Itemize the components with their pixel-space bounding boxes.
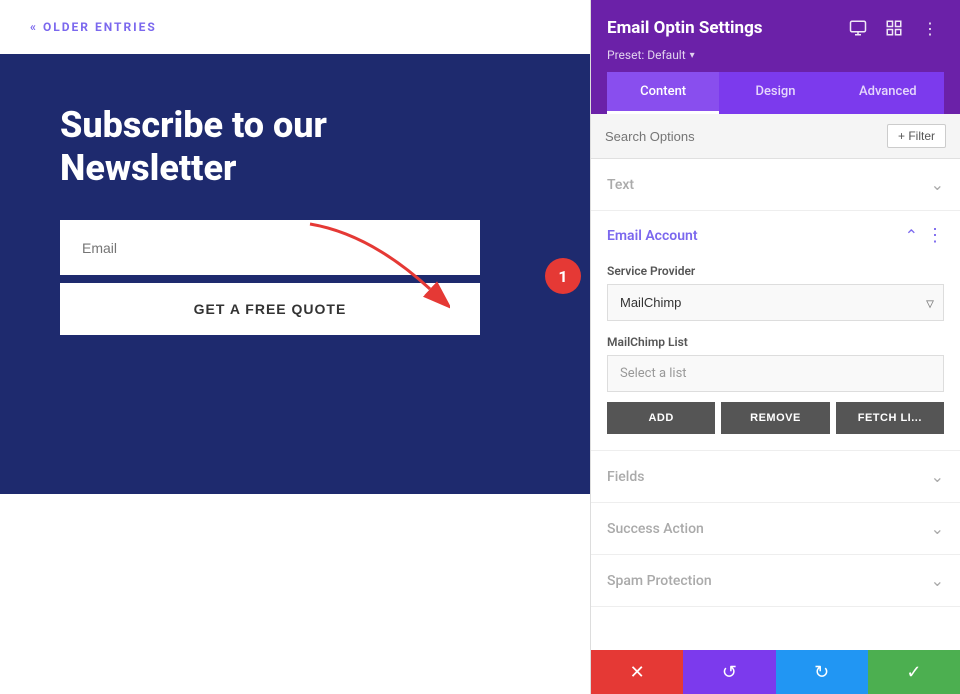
tab-design[interactable]: Design [719, 72, 831, 114]
preset-label[interactable]: Preset: Default ▾ [607, 48, 944, 62]
panel-footer: ✕ ↺ ↻ ✓ [591, 650, 960, 694]
section-fields-chevron: ⌄ [931, 467, 944, 486]
section-success-label: Success Action [607, 521, 704, 537]
list-select-wrapper: Select a list [607, 355, 944, 392]
section-spam-chevron: ⌄ [931, 571, 944, 590]
email-account-title: Email Account [607, 228, 698, 244]
newsletter-title-line1: Subscribe to our [60, 104, 327, 146]
section-text[interactable]: Text ⌄ [591, 159, 960, 211]
tab-advanced[interactable]: Advanced [832, 72, 944, 114]
save-button[interactable]: ✓ [868, 650, 960, 694]
action-buttons: ADD REMOVE FETCH LI... [607, 402, 944, 434]
cancel-button[interactable]: ✕ [591, 650, 683, 694]
submit-button[interactable]: Get a free quote [60, 283, 480, 335]
mailchimp-list-label: MailChimp List [607, 335, 944, 349]
service-provider-label: Service Provider [607, 264, 944, 278]
panel-search: + Filter [591, 114, 960, 159]
section-fields[interactable]: Fields ⌄ [591, 451, 960, 503]
panel-title: Email Optin Settings [607, 18, 763, 38]
older-entries-text[interactable]: « Older Entries [30, 20, 157, 34]
add-button[interactable]: ADD [607, 402, 715, 434]
newsletter-section: Subscribe to our Newsletter Get a free q… [0, 54, 590, 494]
email-account-icons: ⌃ ⋮ [905, 225, 944, 246]
section-success-action[interactable]: Success Action ⌄ [591, 503, 960, 555]
list-select-display[interactable]: Select a list [607, 355, 944, 392]
preset-text: Preset: Default [607, 48, 686, 62]
badge-number: 1 [558, 267, 567, 286]
redo-icon: ↻ [814, 662, 829, 683]
panel-body: Text ⌄ Email Account ⌃ ⋮ Service Provide… [591, 159, 960, 650]
email-form: Get a free quote [60, 220, 480, 335]
section-spam-protection[interactable]: Spam Protection ⌄ [591, 555, 960, 607]
save-icon: ✓ [906, 662, 921, 683]
section-success-chevron: ⌄ [931, 519, 944, 538]
tab-design-label: Design [755, 84, 795, 99]
section-text-chevron: ⌄ [931, 175, 944, 194]
panel-header-icons: ⋮ [844, 14, 944, 42]
search-input[interactable] [605, 129, 887, 144]
list-select-placeholder: Select a list [620, 366, 687, 381]
responsive-icon[interactable] [844, 14, 872, 42]
cancel-icon: ✕ [630, 662, 645, 683]
email-account-header[interactable]: Email Account ⌃ ⋮ [591, 211, 960, 260]
email-account-more[interactable]: ⋮ [926, 225, 944, 246]
email-input-wrapper [60, 220, 480, 275]
service-provider-select[interactable]: MailChimp [607, 284, 944, 321]
email-account-chevron: ⌃ [905, 226, 918, 245]
redo-button[interactable]: ↻ [776, 650, 868, 694]
main-content: « Older Entries Subscribe to our Newslet… [0, 0, 590, 694]
newsletter-title-line2: Newsletter [60, 147, 236, 189]
tab-content-label: Content [640, 84, 686, 99]
undo-icon: ↺ [722, 662, 737, 683]
tab-content[interactable]: Content [607, 72, 719, 114]
email-account-section: Email Account ⌃ ⋮ Service Provider MailC… [591, 211, 960, 451]
step-badge: 1 [545, 258, 581, 294]
grid-icon[interactable] [880, 14, 908, 42]
more-icon[interactable]: ⋮ [916, 14, 944, 42]
email-account-body: Service Provider MailChimp ▿ MailChimp L… [591, 260, 960, 450]
fetch-button[interactable]: FETCH LI... [836, 402, 944, 434]
settings-panel: Email Optin Settings ⋮ Preset: [590, 0, 960, 694]
panel-header-top: Email Optin Settings ⋮ [607, 14, 944, 42]
section-spam-label: Spam Protection [607, 573, 712, 589]
filter-button[interactable]: + Filter [887, 124, 946, 148]
tab-advanced-label: Advanced [859, 84, 917, 99]
preset-dropdown-arrow: ▾ [690, 50, 695, 61]
undo-button[interactable]: ↺ [683, 650, 775, 694]
service-provider-select-wrapper: MailChimp ▿ [607, 284, 944, 321]
section-text-label: Text [607, 177, 634, 193]
older-entries-link[interactable]: « Older Entries [0, 0, 590, 54]
panel-tabs: Content Design Advanced [607, 72, 944, 114]
newsletter-title: Subscribe to our Newsletter [60, 104, 480, 190]
email-input[interactable] [82, 240, 458, 256]
section-fields-label: Fields [607, 469, 644, 485]
panel-header: Email Optin Settings ⋮ Preset: [591, 0, 960, 114]
remove-button[interactable]: REMOVE [721, 402, 829, 434]
